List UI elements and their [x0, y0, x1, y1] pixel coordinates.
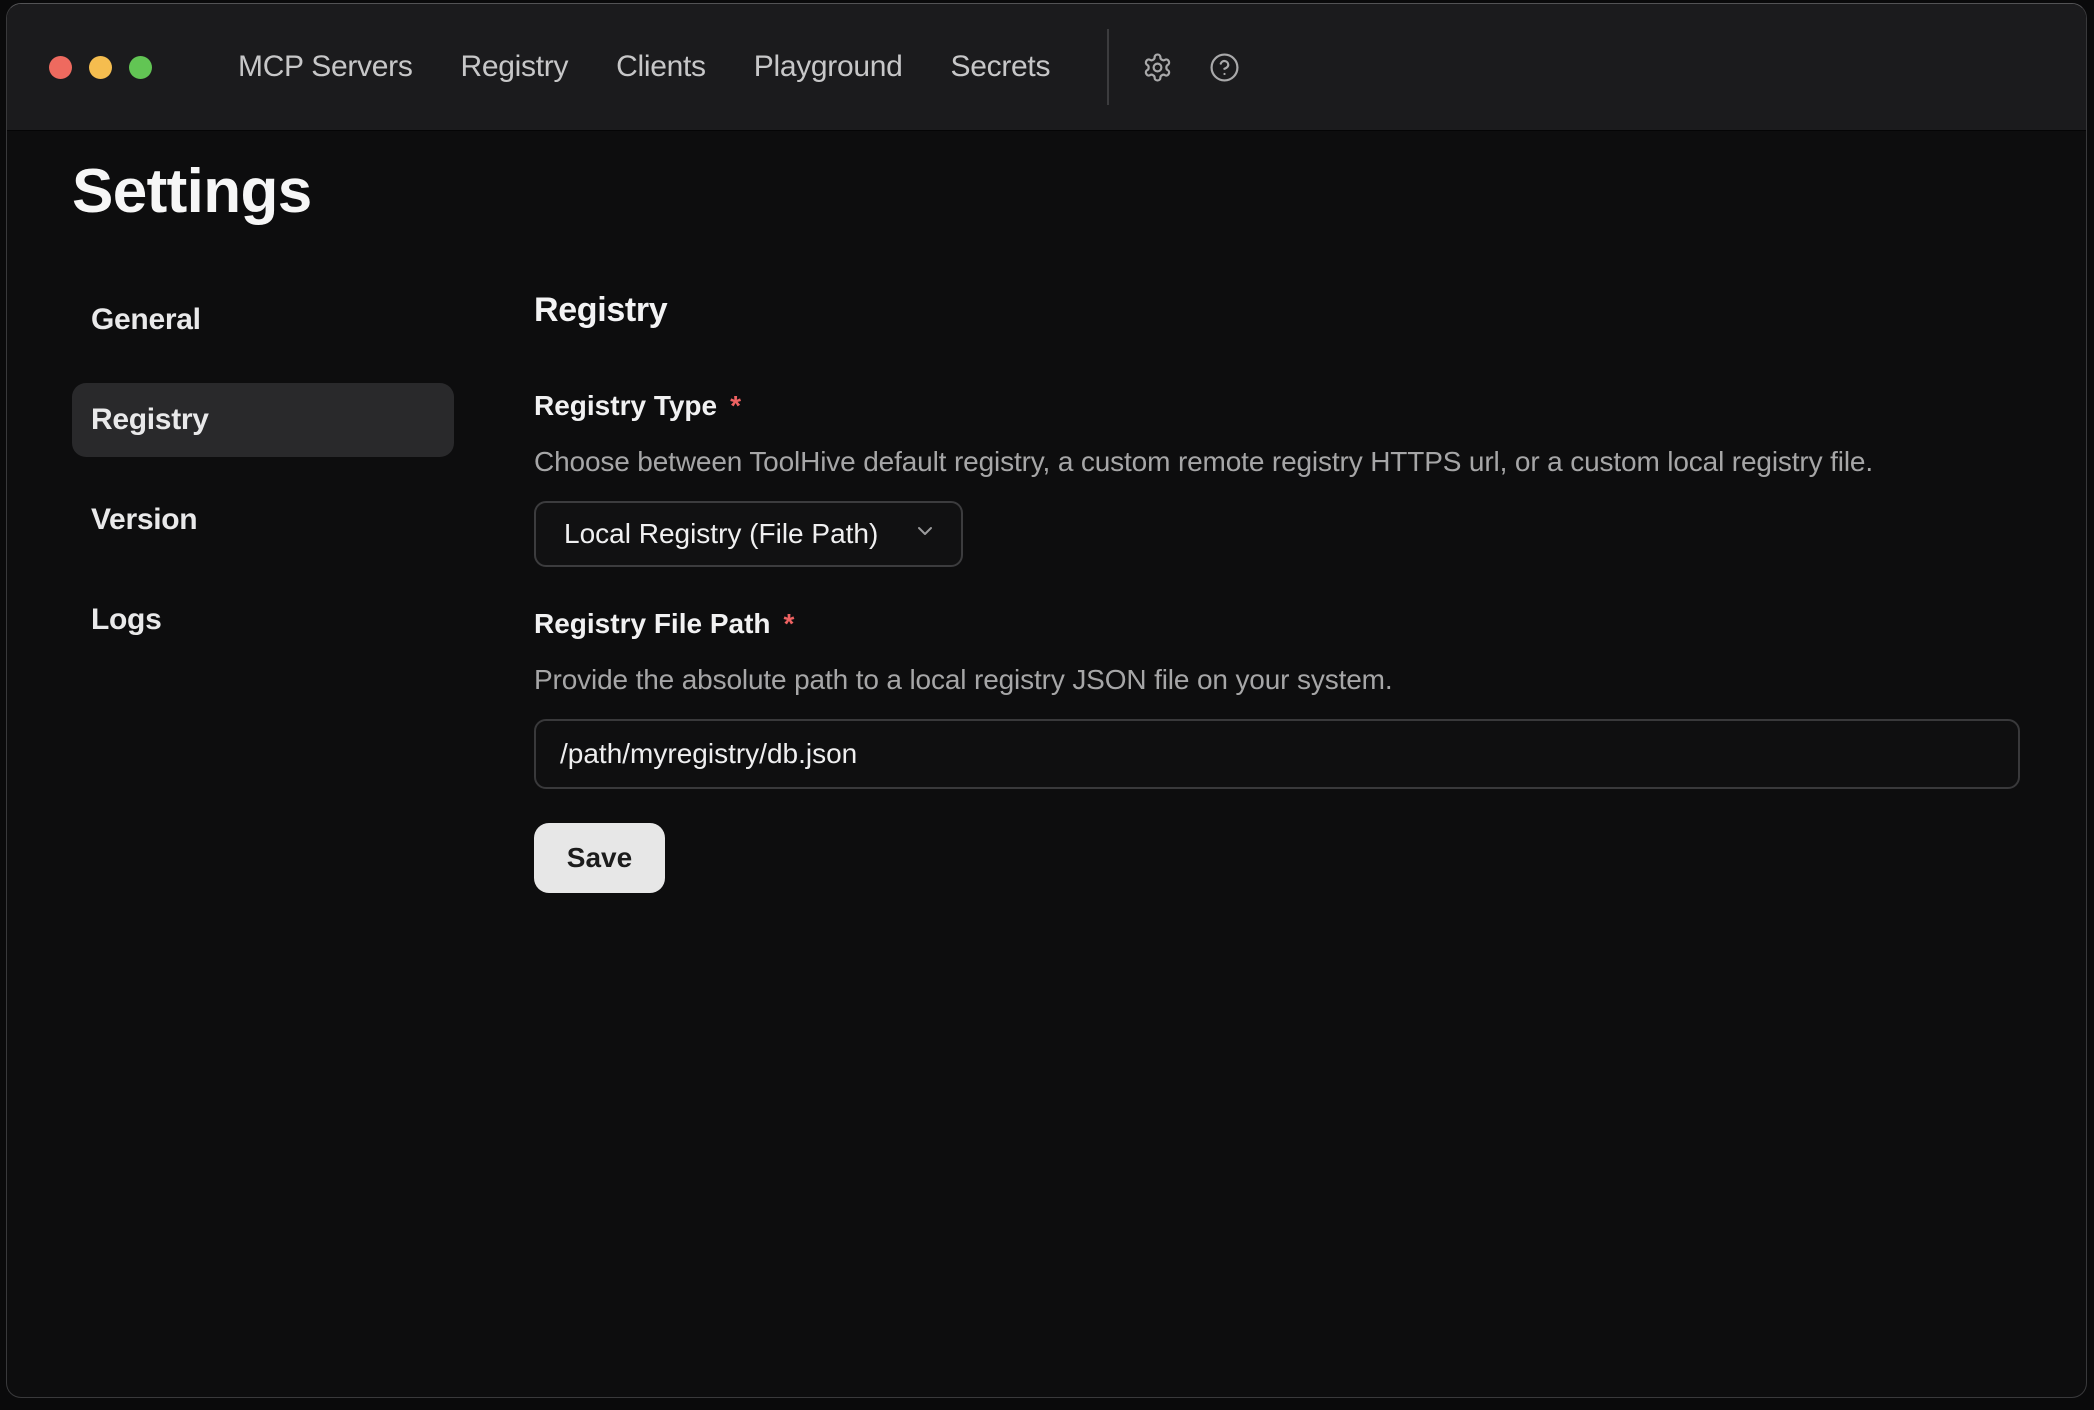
registry-file-path-input[interactable] [534, 719, 2020, 789]
gear-icon [1142, 52, 1173, 83]
app-window: MCP Servers Registry Clients Playground … [6, 3, 2087, 1398]
top-navigation: MCP Servers Registry Clients Playground … [238, 50, 1050, 84]
registry-type-description: Choose between ToolHive default registry… [534, 445, 2020, 479]
nav-item-mcp-servers[interactable]: MCP Servers [238, 50, 413, 84]
close-button[interactable] [49, 56, 72, 79]
registry-file-path-description: Provide the absolute path to a local reg… [534, 663, 2020, 697]
help-icon [1209, 52, 1240, 83]
sidebar-item-general[interactable]: General [72, 283, 454, 357]
page-title: Settings [72, 155, 2086, 229]
sidebar-item-version[interactable]: Version [72, 483, 454, 557]
required-marker: * [784, 607, 795, 641]
sidebar-item-logs[interactable]: Logs [72, 583, 454, 657]
minimize-button[interactable] [89, 56, 112, 79]
save-button[interactable]: Save [534, 823, 665, 893]
help-button[interactable] [1201, 44, 1247, 90]
chevron-down-icon [913, 518, 937, 550]
nav-item-clients[interactable]: Clients [616, 50, 706, 84]
settings-button[interactable] [1134, 44, 1180, 90]
titlebar: MCP Servers Registry Clients Playground … [7, 4, 2086, 131]
nav-item-secrets[interactable]: Secrets [951, 50, 1051, 84]
settings-sidebar: General Registry Version Logs [72, 283, 454, 657]
registry-file-path-label: Registry File Path [534, 607, 771, 641]
required-marker: * [730, 389, 741, 423]
settings-content: Registry Registry Type * Choose between … [534, 283, 2020, 893]
section-heading: Registry [534, 289, 2020, 331]
settings-page: Settings General Registry Version Logs R… [7, 155, 2086, 893]
registry-type-label: Registry Type [534, 389, 717, 423]
titlebar-divider [1107, 29, 1109, 105]
sidebar-item-registry[interactable]: Registry [72, 383, 454, 457]
registry-type-selected-value: Local Registry (File Path) [564, 518, 878, 550]
window-controls [7, 56, 152, 79]
nav-item-registry[interactable]: Registry [461, 50, 569, 84]
zoom-button[interactable] [129, 56, 152, 79]
nav-item-playground[interactable]: Playground [754, 50, 903, 84]
registry-file-path-field: Registry File Path * Provide the absolut… [534, 607, 2020, 789]
registry-type-field: Registry Type * Choose between ToolHive … [534, 389, 2020, 567]
registry-type-select[interactable]: Local Registry (File Path) [534, 501, 963, 567]
